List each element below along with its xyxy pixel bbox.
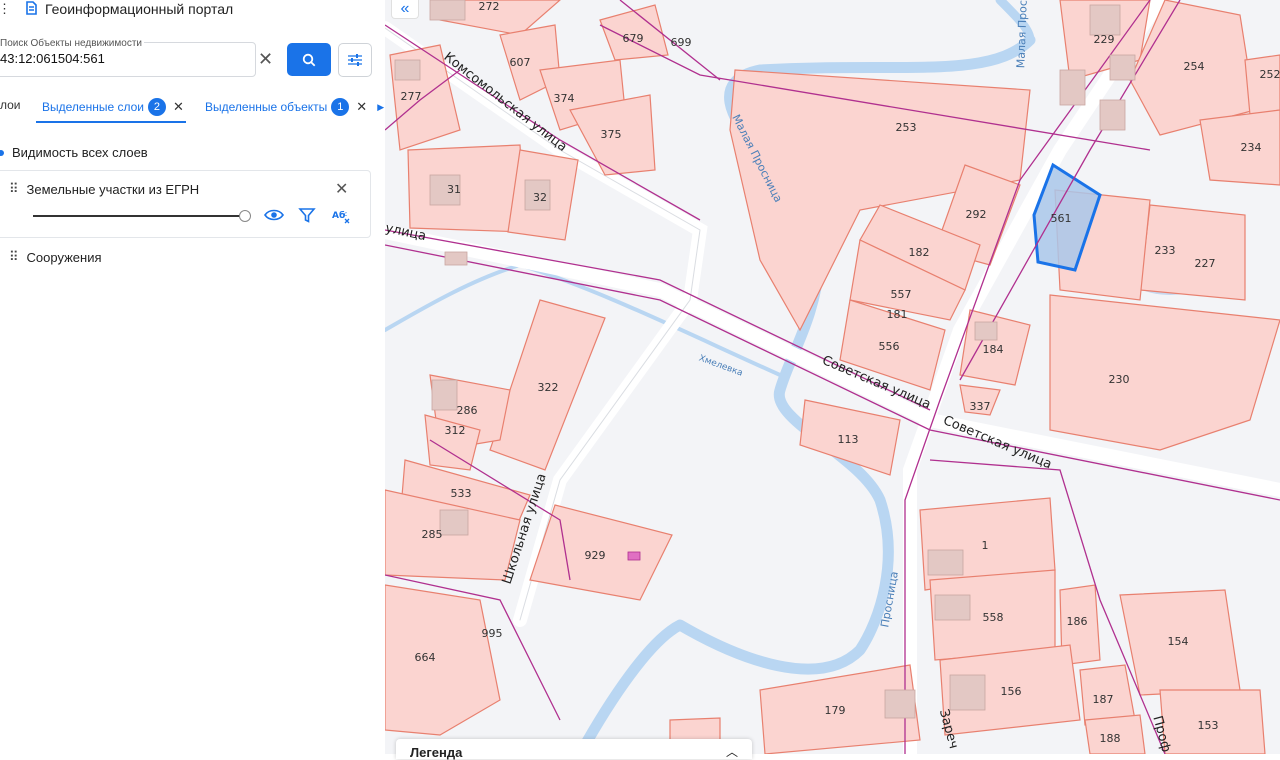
parcel-number-label: 285 [422,528,443,541]
parcel-number-label: 179 [825,704,846,717]
map-canvas[interactable]: 272 607 374 375 277 679 699 229 254 252 253 234 31 32… [385,0,1280,754]
parcel-number-label: 252 [1260,68,1280,81]
parcel-number-label: 31 [447,183,461,196]
parcel-number-label: 253 [896,121,917,134]
parcel-number-label: 186 [1067,615,1088,628]
tab-selected-objects[interactable]: Выделенные объекты 1 ✕ ▶ [205,98,384,116]
parcel-number-label: 234 [1241,141,1262,154]
clear-search-icon[interactable]: ✕ [258,50,273,68]
layer-item[interactable]: ⠿ Земельные участки из ЕГРН [9,181,199,197]
parcel-number-label: 286 [457,404,478,417]
parcel-number-label: 561 [1051,212,1072,225]
collapse-panel-button[interactable]: « [391,0,419,19]
parcel-number-label: 227 [1195,257,1216,270]
parcel-number-label: 254 [1184,60,1205,73]
legend-panel[interactable]: Легенда ︿ [396,739,752,759]
search-icon [302,53,316,67]
remove-layer-icon[interactable]: ✕ [335,179,348,199]
parcel-number-label: 292 [966,208,987,221]
selected-objects-count: 1 [331,98,349,116]
opacity-slider-track[interactable] [33,215,245,217]
legend-title: Легенда [410,745,462,760]
parcel-number-label: 322 [538,381,559,394]
parcel-number-label: 230 [1109,373,1130,386]
parcel-number-label: 699 [671,36,692,49]
parcel-number-label: 277 [401,90,422,103]
parcel-number-label: 1 [982,539,989,552]
layer-item[interactable]: ⠿ Сооружения [9,249,102,265]
drag-grip-icon[interactable]: ⠿ [9,249,17,265]
visibility-dot-icon [0,150,4,156]
parcel-number-label: 188 [1100,732,1121,745]
labels-off-icon[interactable]: Aбc [332,208,352,229]
filter-icon[interactable] [298,207,316,229]
svg-text:c: c [344,211,347,218]
drag-handle-icon[interactable]: ⋮ [0,1,11,17]
tab-layers-label: лои [0,98,21,112]
parcel-number-label: 374 [554,92,575,105]
layer-name: Земельные участки из ЕГРН [27,182,200,197]
eye-icon[interactable] [264,207,284,228]
parcel-number-label: 556 [879,340,900,353]
parcel-number-label: 557 [891,288,912,301]
parcel-number-label: 272 [479,0,500,13]
layer-name: Сооружения [27,250,102,265]
active-tab-indicator [36,121,186,123]
tab-bar: лои Выделенные слои 2 ✕ Выделенные объек… [0,94,385,124]
app-title: Геоинформационный портал [45,1,233,17]
search-settings-button[interactable] [338,43,372,77]
parcel-number-label: 229 [1094,33,1115,46]
portal-logo-icon [25,1,37,18]
double-chevron-left-icon: « [401,0,410,18]
tab-selected-objects-label: Выделенные объекты [205,100,327,114]
tabs-scroll-right-icon[interactable]: ▶ [377,102,384,113]
parcel-number-label: 184 [983,343,1004,356]
tab-selected-layers[interactable]: Выделенные слои 2 ✕ [42,98,184,116]
sliders-icon [347,53,363,67]
parcel-number-label: 113 [838,433,859,446]
parcel-number-label: 558 [983,611,1004,624]
app-header: ⋮ Геоинформационный портал [0,0,233,18]
tab-layers[interactable]: лои [0,98,21,112]
parcel-number-label: 607 [510,56,531,69]
parcel-number-label: 679 [623,32,644,45]
parcel-number-label: 337 [970,400,991,413]
search-label: Поиск Объекты недвижимости [0,38,144,49]
parcel-number-label: 154 [1168,635,1189,648]
parcel-number-label: 182 [909,246,930,259]
close-tab-icon[interactable]: ✕ [356,99,367,115]
parcel-number-label: 533 [451,487,472,500]
parcel-number-label: 156 [1001,685,1022,698]
parcel-number-label: 664 [415,651,436,664]
parcel-number-label: 32 [533,191,547,204]
chevron-up-icon[interactable]: ︿ [726,743,738,760]
parcel-number-label: 995 [482,627,503,640]
search-button[interactable] [287,43,331,76]
visibility-label: Видимость всех слоев [12,145,148,160]
tab-selected-layers-label: Выделенные слои [42,100,144,114]
parcel-number-label: 153 [1198,719,1219,732]
drag-grip-icon[interactable]: ⠿ [9,181,17,197]
search-input[interactable]: 43:12:061504:561 [0,51,105,66]
parcel-number-label: 375 [601,128,622,141]
parcel-number-label: 233 [1155,244,1176,257]
parcel-number-label: 929 [585,549,606,562]
all-layers-visibility-toggle[interactable]: Видимость всех слоев [0,145,148,160]
parcel-number-label: 181 [887,308,908,321]
parcel-number-label: 312 [445,424,466,437]
close-tab-icon[interactable]: ✕ [173,99,184,115]
opacity-slider-handle[interactable] [239,210,251,222]
side-panel: ⋮ Геоинформационный портал Поиск Объекты… [0,0,385,754]
selected-layers-count: 2 [148,98,166,116]
parcel-number-label: 187 [1093,693,1114,706]
